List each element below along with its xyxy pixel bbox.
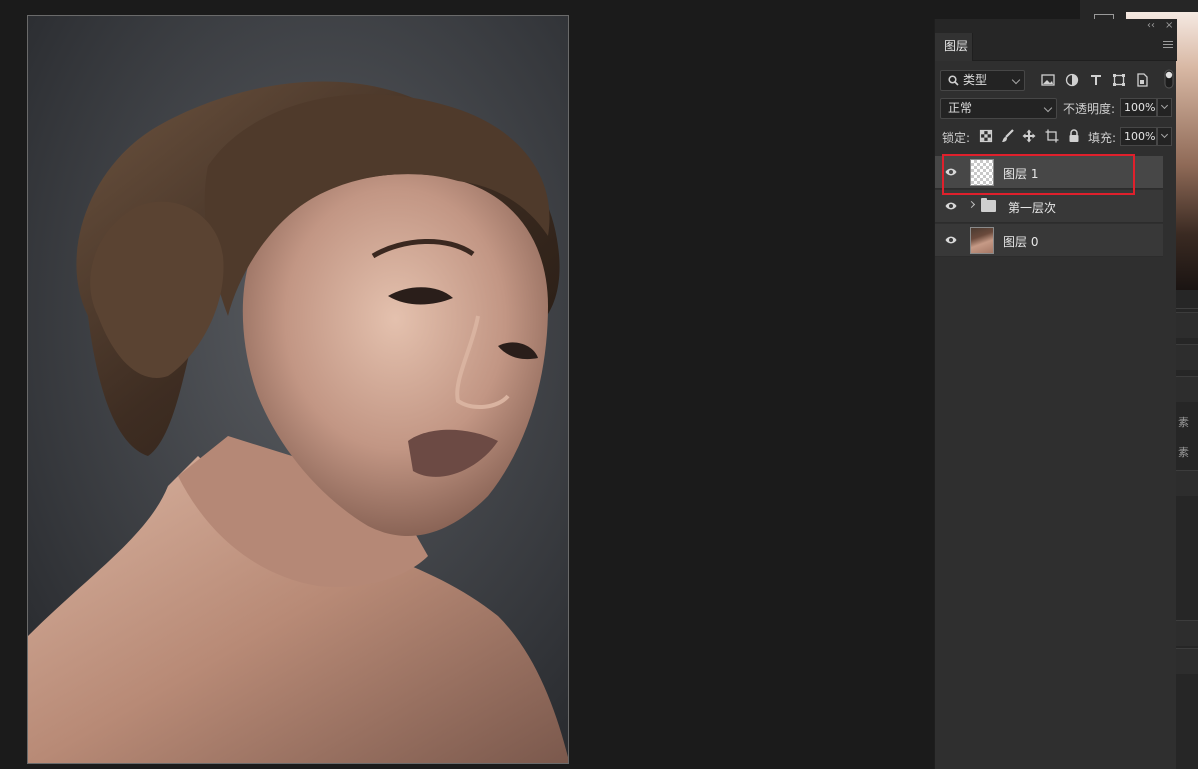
- image-filter-icon[interactable]: [1041, 73, 1055, 87]
- layer-name: 图层 1: [1003, 167, 1039, 181]
- layer-thumbnail-portrait: [970, 227, 994, 254]
- side-panel-cell[interactable]: [1176, 620, 1198, 646]
- filter-kind-label: 类型: [963, 73, 988, 87]
- divider: [1176, 308, 1198, 309]
- panel-tab-bar: 图层: [935, 33, 1177, 61]
- layer-name: 第一层次: [1008, 201, 1057, 215]
- layer-group-row[interactable]: 第一层次: [935, 190, 1163, 223]
- lock-label: 锁定:: [942, 131, 971, 145]
- eye-icon[interactable]: [945, 235, 957, 245]
- photoshop-workspace: 素 素 ‹‹ × 图层 类型 正常 不透明度: 100% 锁定: 填充: 100…: [0, 0, 1198, 769]
- blend-mode-dropdown[interactable]: 正常: [940, 98, 1057, 119]
- fill-label: 填充:: [1088, 131, 1117, 145]
- side-panel-cell[interactable]: [1176, 648, 1198, 674]
- smart-object-filter-icon[interactable]: [1135, 73, 1149, 87]
- lock-all-icon[interactable]: [1067, 129, 1081, 143]
- side-panel-cell[interactable]: [1176, 470, 1198, 496]
- side-label: 素: [1178, 416, 1189, 429]
- shape-filter-icon[interactable]: [1112, 73, 1126, 87]
- close-panel-button[interactable]: ×: [1165, 19, 1173, 33]
- folder-icon: [981, 198, 996, 212]
- opacity-input[interactable]: 100%: [1120, 98, 1157, 117]
- adjustment-filter-icon[interactable]: [1065, 73, 1079, 87]
- chevron-down-icon: [1043, 103, 1053, 113]
- filter-toggle-icon[interactable]: [1164, 69, 1174, 89]
- blend-mode-label: 正常: [948, 101, 973, 115]
- filter-kind-dropdown[interactable]: 类型: [940, 70, 1025, 91]
- layer-row-1[interactable]: 图层 1: [935, 156, 1163, 189]
- layer-name: 图层 0: [1003, 235, 1039, 249]
- portrait-image: [28, 16, 568, 763]
- eye-icon[interactable]: [945, 167, 957, 177]
- collapse-panel-button[interactable]: ‹‹: [1147, 19, 1155, 33]
- type-filter-icon[interactable]: [1089, 73, 1103, 87]
- chevron-down-icon: [1160, 101, 1169, 110]
- fill-input[interactable]: 100%: [1120, 127, 1157, 146]
- lock-transparent-icon[interactable]: [979, 129, 993, 143]
- document-canvas[interactable]: [27, 15, 569, 764]
- expand-group-chevron-icon[interactable]: [967, 200, 976, 209]
- lock-artboard-icon[interactable]: [1045, 129, 1059, 143]
- side-panel-cell[interactable]: [1176, 344, 1198, 370]
- layers-panel: ‹‹ × 图层 类型 正常 不透明度: 100% 锁定: 填充: 100% 图层…: [934, 19, 1177, 769]
- tab-layers[interactable]: 图层: [935, 33, 973, 61]
- eye-icon[interactable]: [945, 201, 957, 211]
- chevron-down-icon: [1160, 130, 1169, 139]
- chevron-down-icon: [1011, 75, 1021, 85]
- lock-position-icon[interactable]: [1022, 129, 1036, 143]
- layer-row-0[interactable]: 图层 0: [935, 224, 1163, 257]
- panel-menu-icon[interactable]: [1163, 41, 1173, 51]
- side-panel-cell[interactable]: [1176, 376, 1198, 402]
- opacity-slider-toggle[interactable]: [1157, 98, 1172, 117]
- layer-thumbnail-transparent: [970, 159, 994, 186]
- fill-slider-toggle[interactable]: [1157, 127, 1172, 146]
- side-label: 素: [1178, 446, 1189, 459]
- search-icon: [948, 75, 959, 86]
- side-panel-cell[interactable]: [1176, 312, 1198, 338]
- opacity-label: 不透明度:: [1063, 102, 1116, 116]
- lock-image-icon[interactable]: [1001, 129, 1015, 143]
- panel-title-bar: ‹‹ ×: [935, 19, 1177, 33]
